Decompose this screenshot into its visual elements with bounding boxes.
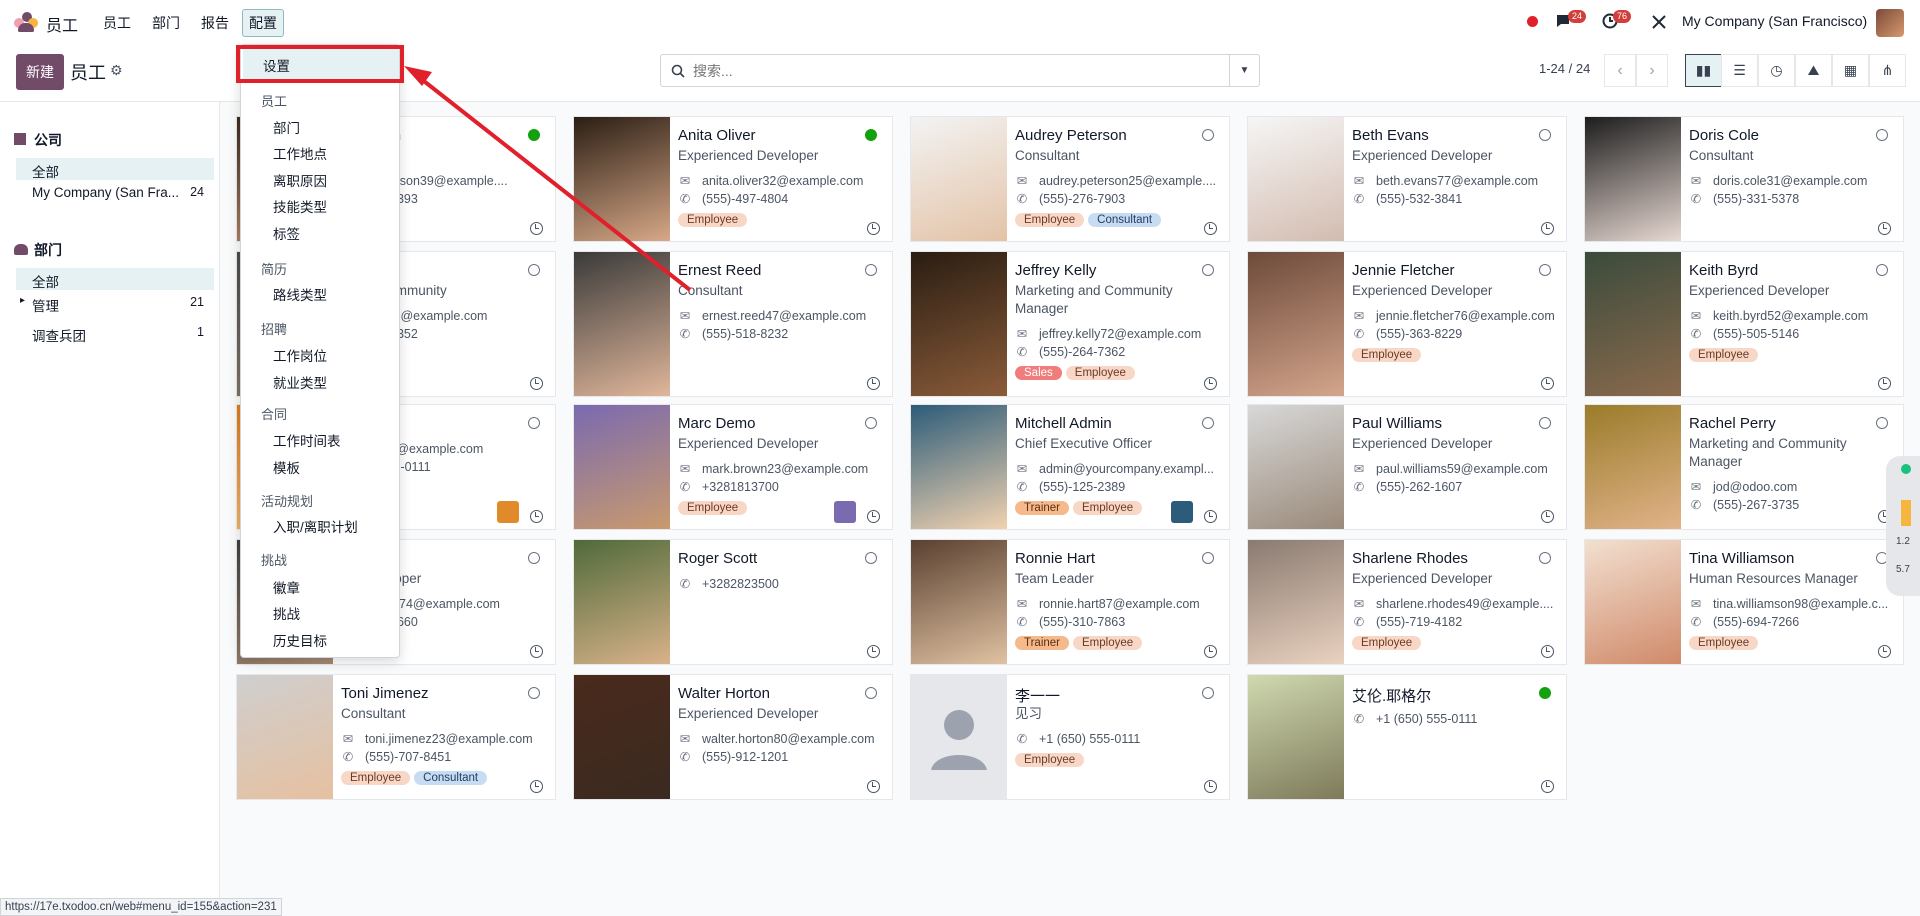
status-url: https://17e.txodoo.cn/web#menu_id=155&ac… — [0, 898, 282, 916]
side-widget[interactable]: 1.2 5.7 — [1886, 456, 1920, 596]
annotation-arrow — [404, 66, 692, 292]
